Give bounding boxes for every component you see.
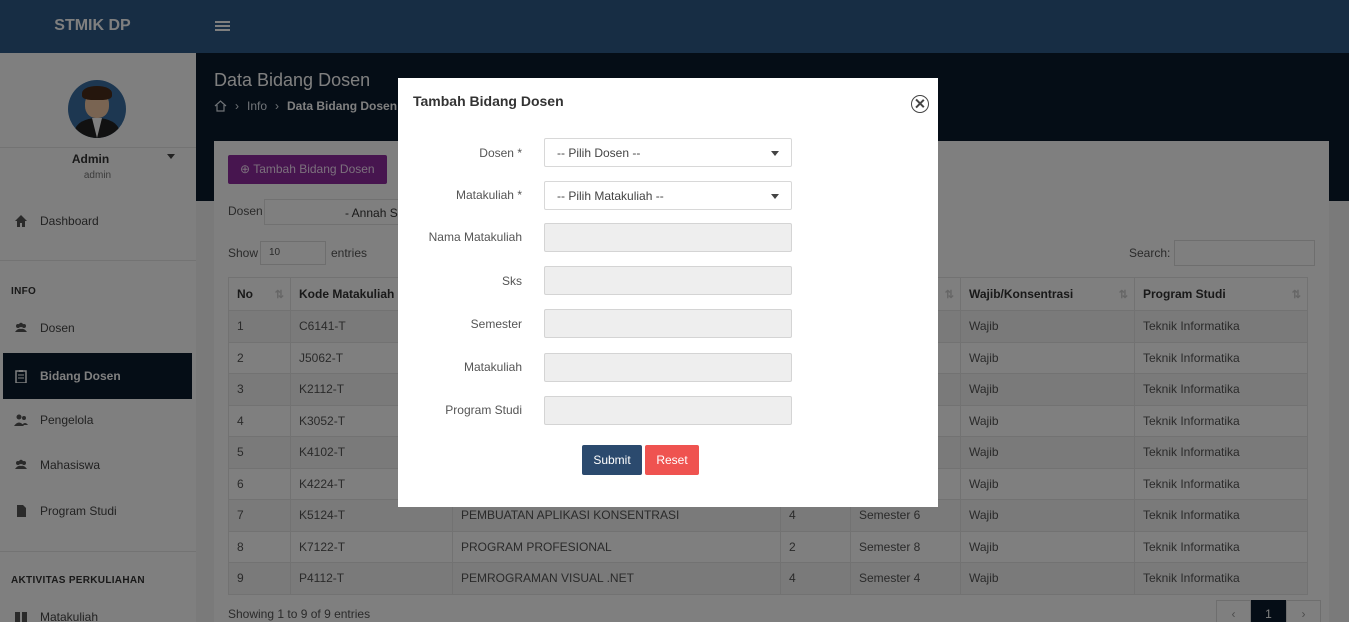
reset-button[interactable]: Reset — [645, 445, 699, 475]
program-studi-label: Program Studi — [445, 403, 522, 417]
chevron-down-icon — [771, 151, 779, 156]
modal-title: Tambah Bidang Dosen — [413, 93, 564, 109]
nama-matakuliah-field[interactable] — [544, 223, 792, 252]
semester-label: Semester — [470, 317, 522, 331]
matakuliah-label: Matakuliah * — [455, 188, 522, 202]
submit-button[interactable]: Submit — [582, 445, 642, 475]
chevron-down-icon — [771, 194, 779, 199]
dosen-select-value: -- Pilih Dosen -- — [557, 146, 641, 160]
sks-field[interactable] — [544, 266, 792, 295]
dosen-select[interactable]: -- Pilih Dosen -- — [544, 138, 792, 167]
matakuliah-type-label: Matakuliah — [463, 360, 522, 374]
close-icon[interactable] — [911, 95, 929, 113]
matakuliah-select-value: -- Pilih Matakuliah -- — [557, 189, 664, 203]
matakuliah-select[interactable]: -- Pilih Matakuliah -- — [544, 181, 792, 210]
matakuliah-type-field[interactable] — [544, 353, 792, 382]
tambah-bidang-dosen-modal: Tambah Bidang Dosen Dosen * -- Pilih Dos… — [398, 78, 938, 507]
program-studi-field[interactable] — [544, 396, 792, 425]
semester-field[interactable] — [544, 309, 792, 338]
dosen-label: Dosen * — [479, 146, 522, 160]
sks-label: Sks — [501, 274, 522, 288]
nama-matakuliah-label: Nama Matakuliah — [428, 230, 522, 244]
